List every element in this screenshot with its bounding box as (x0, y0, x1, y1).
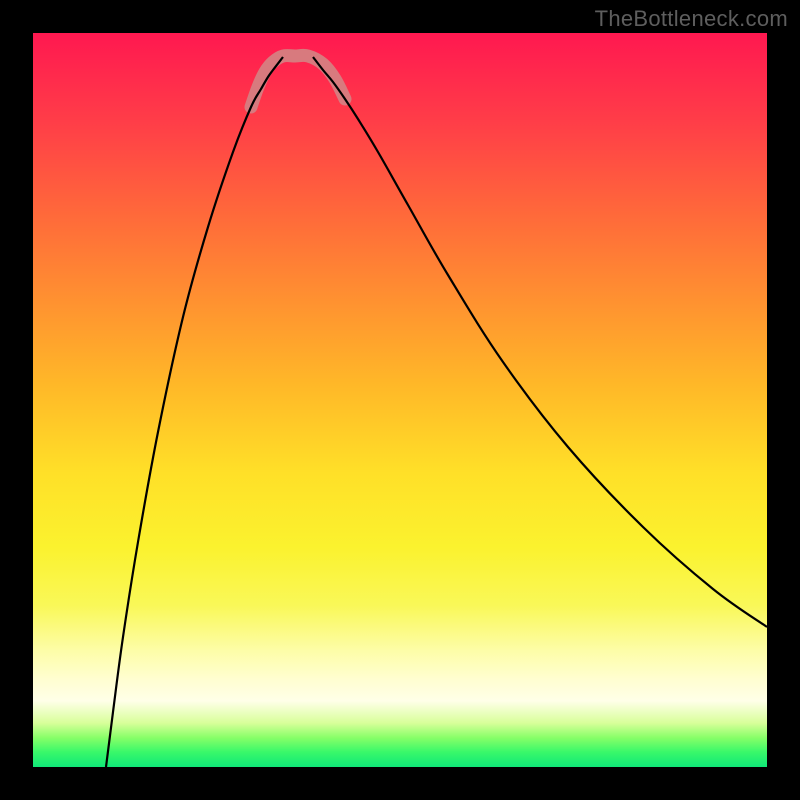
watermark-text: TheBottleneck.com (595, 6, 788, 32)
chart-svg (33, 33, 767, 767)
right-curve-path (313, 57, 767, 627)
plot-area (33, 33, 767, 767)
left-curve-path (106, 57, 283, 767)
chart-frame: TheBottleneck.com (0, 0, 800, 800)
